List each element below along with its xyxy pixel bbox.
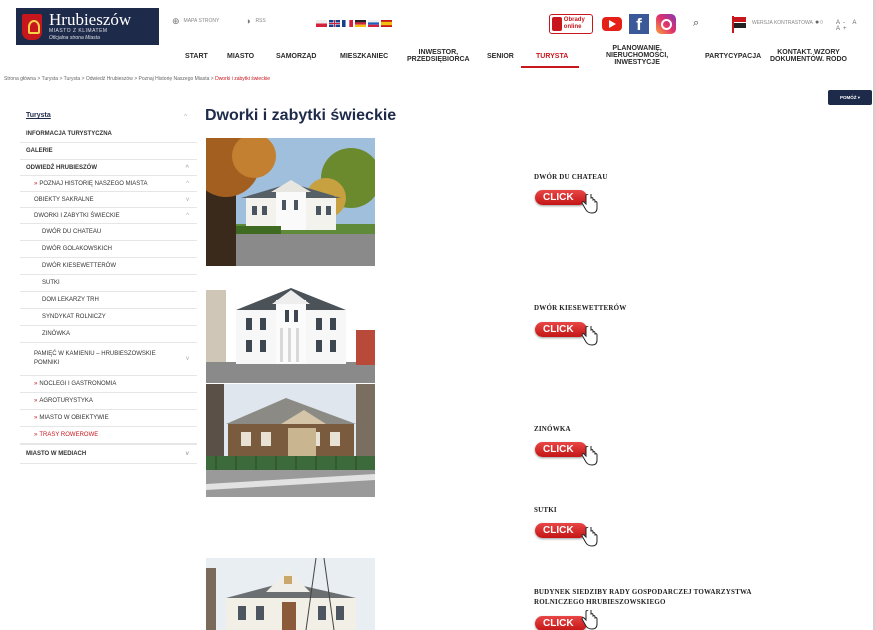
click-button-sutki[interactable]: CLICK bbox=[535, 523, 587, 538]
rss-link[interactable]: ◗ RSS bbox=[246, 14, 266, 28]
nav-turysta[interactable]: TURYSTA bbox=[536, 53, 568, 60]
main-nav: START MIASTO SAMORZĄD MIESZKANIEC INWEST… bbox=[160, 44, 875, 70]
nav-inwestor[interactable]: INWESTOR, PRZEDSIĘBIORCA bbox=[407, 49, 470, 63]
sidebar-item-informacja[interactable]: INFORMACJA TURYSTYCZNA bbox=[20, 126, 197, 143]
sidebar-item-poznaj[interactable]: » POZNAJ HISTORIĘ NASZEGO MIASTA ^ bbox=[20, 176, 197, 192]
contrast-flag-icon[interactable] bbox=[731, 15, 747, 33]
globe-icon: ⊕ bbox=[172, 15, 180, 26]
nav-partycypacja[interactable]: PARTYCYPACJA bbox=[705, 53, 761, 60]
sidebar-item-galerie[interactable]: GALERIE bbox=[20, 143, 197, 160]
sitemap-link[interactable]: ⊕ MAPA STRONY bbox=[172, 14, 219, 28]
click-button-zinowka[interactable]: CLICK bbox=[535, 442, 587, 457]
sidebar-item-dworki[interactable]: DWORKI I ZABYTKI ŚWIECKIE ^ bbox=[20, 208, 197, 224]
flag-fr-icon[interactable] bbox=[342, 20, 353, 27]
sidebar-item-trasy-rowerowe[interactable]: » TRASY ROWEROWE bbox=[20, 427, 197, 444]
nav-senior[interactable]: SENIOR bbox=[487, 53, 514, 60]
sidebar-item-dwor-du-chateau[interactable]: DWÓR DU CHATEAU bbox=[20, 224, 197, 241]
site-header: Hrubieszów MIASTO Z KLIMATEM Oficjalna s… bbox=[0, 0, 875, 72]
flag-es-icon[interactable] bbox=[381, 20, 392, 27]
sidebar-item-zinowka[interactable]: ZINÓWKA bbox=[20, 326, 197, 343]
click-button-budynek[interactable]: CLICK bbox=[535, 616, 587, 630]
chevron-down-icon: v bbox=[185, 451, 189, 457]
photo-dwor-kiesewetterow[interactable] bbox=[206, 270, 375, 383]
sidebar-item-miasto-w-mediach[interactable]: MIASTO W MEDIACH v bbox=[20, 444, 197, 464]
broadcast-icon bbox=[552, 17, 562, 31]
flag-en-icon[interactable] bbox=[329, 20, 340, 27]
entry-title-sutki: SUTKI bbox=[534, 506, 557, 514]
font-size-controls[interactable]: A- A A+ bbox=[836, 20, 875, 32]
chevron-down-icon: v bbox=[186, 355, 189, 362]
search-icon[interactable]: ⌕ bbox=[693, 17, 699, 30]
entry-title-budynek-line2: ROLNICZEGO HRUBIESZOWSKIEGO bbox=[534, 598, 666, 606]
nav-mieszkaniec[interactable]: MIESZKANIEC bbox=[340, 53, 388, 60]
contrast-version-link[interactable]: WERSJA KONTRASTOWA bbox=[752, 20, 813, 26]
entry-title-dwor-kiesewetterow: DWÓR KIESEWETTERÓW bbox=[534, 304, 627, 312]
help-button[interactable]: POMÓŻ ▾ bbox=[828, 90, 872, 105]
chevron-up-icon: ^ bbox=[185, 164, 189, 171]
contrast-toggle-icon[interactable]: ●○ bbox=[815, 19, 823, 26]
active-nav-indicator bbox=[521, 66, 579, 68]
sidebar-item-noclegi[interactable]: » NOCLEGI I GASTRONOMIA bbox=[20, 376, 197, 393]
nav-miasto[interactable]: MIASTO bbox=[227, 53, 254, 60]
logo-title: Hrubieszów bbox=[49, 10, 132, 29]
sidebar-item-syndykat[interactable]: SYNDYKAT ROLNICZY bbox=[20, 309, 197, 326]
entry-title-budynek-line1: BUDYNEK SIEDZIBY RADY GOSPODARCZEJ TOWAR… bbox=[534, 588, 752, 596]
flag-pl-icon[interactable] bbox=[316, 20, 327, 27]
nav-kontakt[interactable]: KONTAKT. WZORY DOKUMENTÓW. RODO bbox=[770, 49, 847, 63]
click-button-dwor-kiesewetterow[interactable]: CLICK bbox=[535, 322, 587, 337]
flag-de-icon[interactable] bbox=[355, 20, 366, 27]
breadcrumb[interactable]: Strona główna > Turysta > Turysta > Odwi… bbox=[4, 76, 270, 82]
sidebar-item-miasto-w-obiektywie[interactable]: » MIASTO W OBIEKTYWIE bbox=[20, 410, 197, 427]
obrady-online-button[interactable]: Obrady online bbox=[549, 14, 593, 34]
sidebar-item-sutki[interactable]: SUTKI bbox=[20, 275, 197, 292]
nav-start[interactable]: START bbox=[185, 53, 208, 60]
city-crest-icon bbox=[22, 13, 42, 40]
hand-pointer-icon bbox=[581, 446, 598, 466]
chevron-up-icon: ^ bbox=[186, 212, 189, 219]
youtube-icon[interactable] bbox=[602, 17, 622, 31]
sidebar-item-odwiedz[interactable]: ODWIEDŹ HRUBIESZÓW ^ bbox=[20, 160, 197, 176]
photo-dwor-du-chateau[interactable] bbox=[206, 138, 375, 266]
flag-ru-icon[interactable] bbox=[368, 20, 379, 27]
sidebar-item-dwor-kiesewetterow[interactable]: DWÓR KIESEWETTERÓW bbox=[20, 258, 197, 275]
chevron-down-icon: v bbox=[186, 196, 189, 203]
entry-title-dwor-du-chateau: DWÓR DU CHATEAU bbox=[534, 173, 608, 181]
sidebar-item-pamiec[interactable]: PAMIĘĆ W KAMIENIU – HRUBIESZOWSKIE POMNI… bbox=[20, 343, 197, 376]
rss-icon: ◗ bbox=[246, 16, 252, 26]
instagram-icon[interactable] bbox=[656, 14, 676, 34]
nav-planowanie[interactable]: PLANOWANIE, NIERUCHOMOŚCI, INWESTYCJE bbox=[606, 45, 668, 66]
sidebar-item-obiekty-sakralne[interactable]: OBIEKTY SAKRALNE v bbox=[20, 192, 197, 208]
photo-budynek-rady[interactable] bbox=[206, 558, 375, 630]
hand-pointer-icon bbox=[581, 527, 598, 547]
sidebar-item-agroturystyka[interactable]: » AGROTURYSTYKA bbox=[20, 393, 197, 410]
logo-subtitle: MIASTO Z KLIMATEM bbox=[49, 28, 108, 34]
sidebar-item-dom-lekarzy[interactable]: DOM LEKARZY TRH bbox=[20, 292, 197, 309]
language-flags bbox=[316, 20, 392, 27]
chevron-up-icon: ^ bbox=[186, 180, 189, 187]
page-title: Dworki i zabytki świeckie bbox=[205, 107, 397, 124]
site-logo[interactable]: Hrubieszów MIASTO Z KLIMATEM Oficjalna s… bbox=[16, 8, 159, 45]
hand-pointer-icon bbox=[581, 326, 598, 346]
facebook-icon[interactable]: f bbox=[629, 14, 649, 34]
photo-zinowka[interactable] bbox=[206, 384, 375, 497]
sidebar-item-dwor-golakowskich[interactable]: DWÓR GOLAKOWSKICH bbox=[20, 241, 197, 258]
nav-samorzad[interactable]: SAMORZĄD bbox=[276, 53, 316, 60]
logo-tagline: Oficjalna strona Miasta bbox=[49, 35, 100, 41]
hand-pointer-icon bbox=[581, 610, 598, 630]
hand-pointer-icon bbox=[581, 194, 598, 214]
entry-title-zinowka: ZINÓWKA bbox=[534, 425, 571, 433]
click-button-dwor-du-chateau[interactable]: CLICK bbox=[535, 190, 587, 205]
